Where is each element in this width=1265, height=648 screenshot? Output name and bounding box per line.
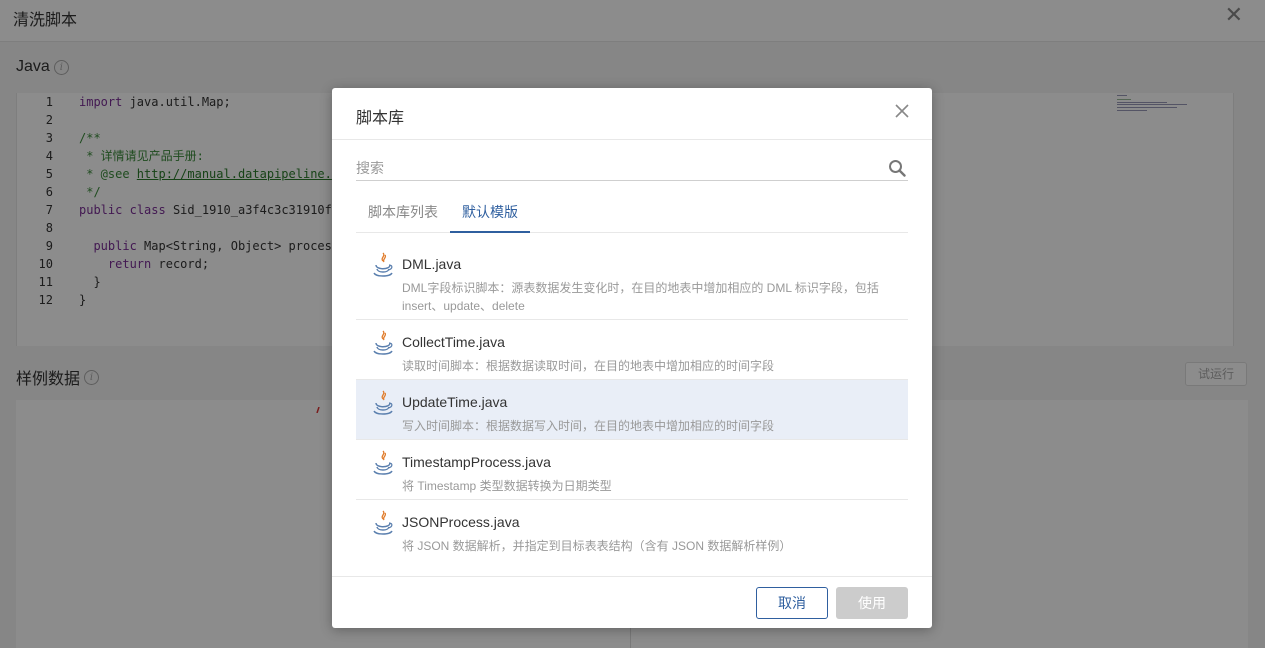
use-button[interactable]: 使用 bbox=[836, 587, 908, 619]
search-input[interactable] bbox=[356, 158, 876, 178]
item-description: 读取时间脚本：根据数据读取时间，在目的地表中增加相应的时间字段 bbox=[402, 359, 775, 373]
template-list: DML.java DML字段标识脚本：源表数据发生变化时，在目的地表中增加相应的… bbox=[356, 240, 908, 560]
item-description: DML字段标识脚本：源表数据发生变化时，在目的地表中增加相应的 DML 标识字段… bbox=[402, 281, 879, 313]
modal-footer: 取消 使用 bbox=[332, 576, 932, 628]
modal-header: 脚本库 bbox=[332, 88, 932, 140]
java-icon bbox=[373, 330, 393, 355]
java-icon bbox=[373, 450, 393, 475]
list-item-selected[interactable]: UpdateTime.java 写入时间脚本：根据数据写入时间，在目的地表中增加… bbox=[356, 380, 908, 440]
list-item[interactable]: TimestampProcess.java 将 Timestamp 类型数据转换… bbox=[356, 440, 908, 500]
search-icon[interactable] bbox=[888, 159, 906, 177]
list-item[interactable]: CollectTime.java 读取时间脚本：根据数据读取时间，在目的地表中增… bbox=[356, 320, 908, 380]
script-library-dialog: 脚本库 脚本库列表 默认模版 DML.java DML字段标识脚本：源表数据发生… bbox=[332, 88, 932, 628]
tab-bar: 脚本库列表 默认模版 bbox=[356, 192, 908, 233]
java-icon bbox=[373, 252, 393, 277]
java-icon bbox=[373, 390, 393, 415]
item-description: 将 Timestamp 类型数据转换为日期类型 bbox=[402, 479, 612, 493]
item-name: UpdateTime.java bbox=[402, 394, 508, 410]
list-item[interactable]: DML.java DML字段标识脚本：源表数据发生变化时，在目的地表中增加相应的… bbox=[356, 240, 908, 320]
item-description: 写入时间脚本：根据数据写入时间，在目的地表中增加相应的时间字段 bbox=[402, 419, 775, 433]
item-name: JSONProcess.java bbox=[402, 514, 520, 530]
item-name: DML.java bbox=[402, 256, 462, 272]
item-description: 将 JSON 数据解析，并指定到目标表表结构（含有 JSON 数据解析样例） bbox=[402, 539, 792, 553]
cancel-button[interactable]: 取消 bbox=[756, 587, 828, 619]
tab-script-library-list[interactable]: 脚本库列表 bbox=[356, 192, 450, 233]
search-bar bbox=[356, 154, 908, 181]
list-item[interactable]: JSONProcess.java 将 JSON 数据解析，并指定到目标表表结构（… bbox=[356, 500, 908, 560]
modal-title: 脚本库 bbox=[356, 110, 405, 127]
item-name: TimestampProcess.java bbox=[402, 454, 551, 470]
close-icon[interactable] bbox=[894, 103, 910, 119]
item-name: CollectTime.java bbox=[402, 334, 505, 350]
java-icon bbox=[373, 510, 393, 535]
tab-default-templates[interactable]: 默认模版 bbox=[450, 192, 530, 233]
